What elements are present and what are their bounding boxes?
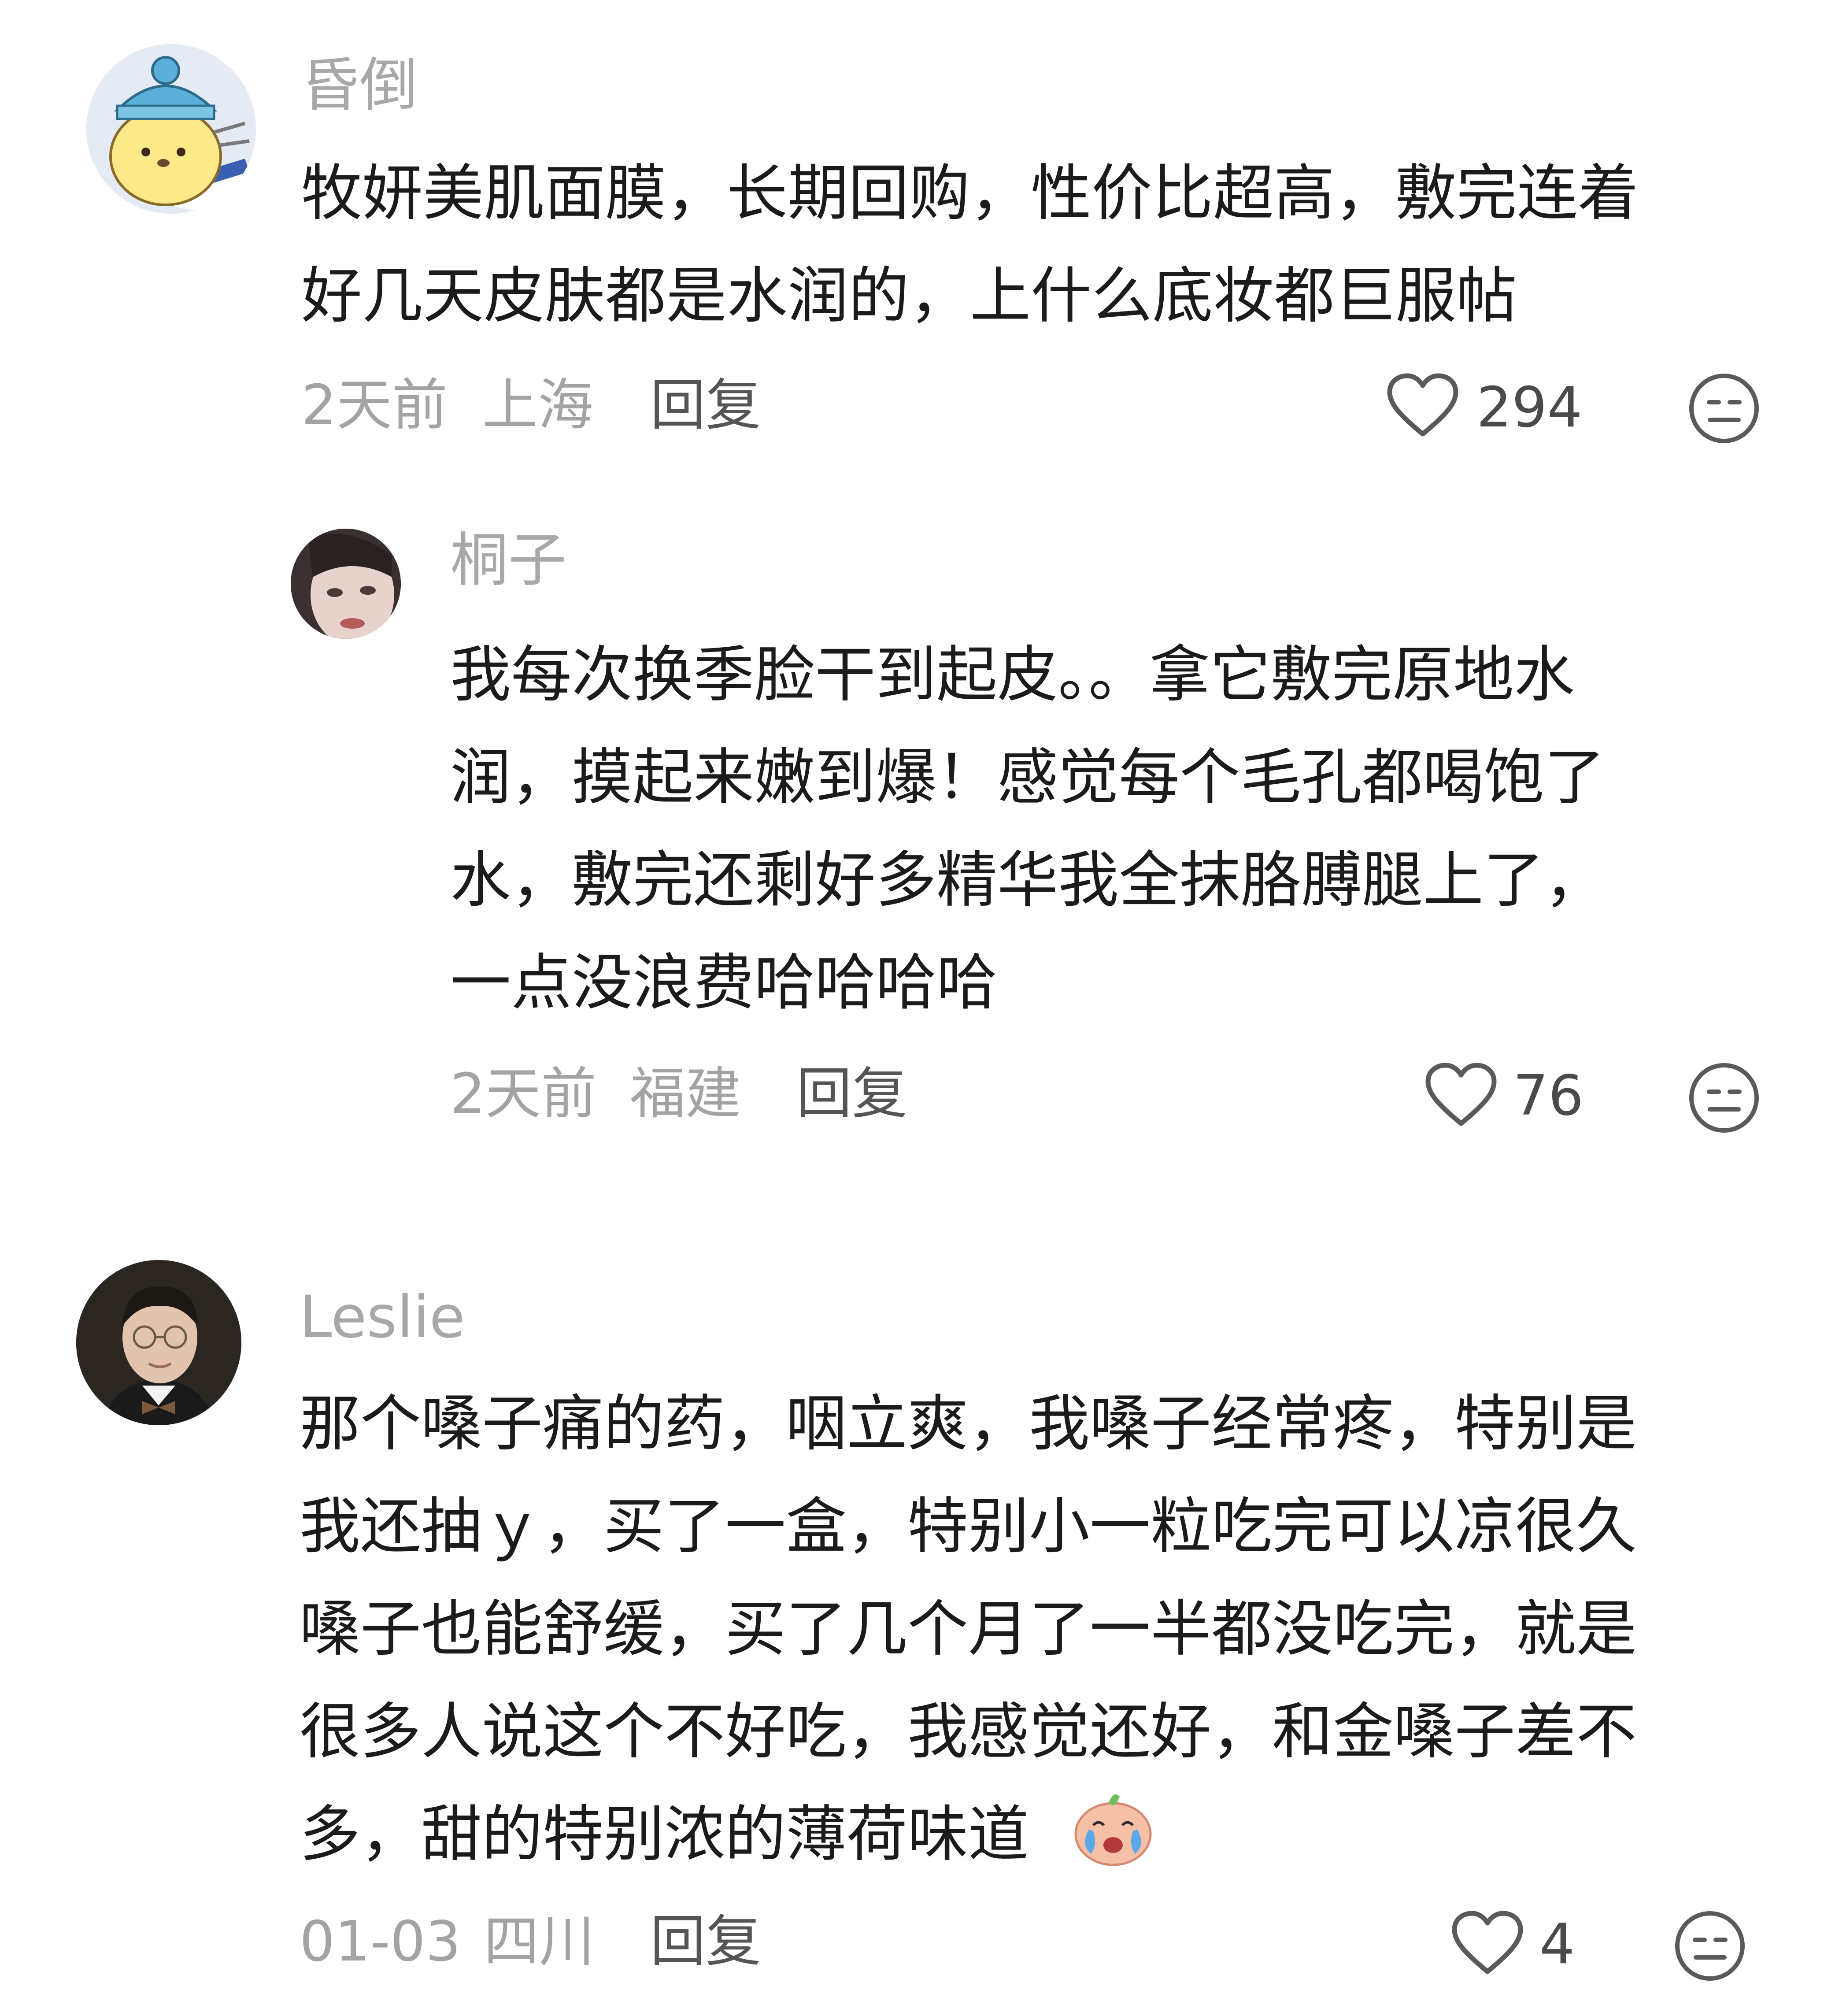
username[interactable]: 桐子 [450,525,566,596]
comment-time: 2天前 [301,373,448,437]
avatar[interactable] [76,1260,241,1425]
comment-line: 嗓子也能舒缓，买了几个月了一半都没吃完，就是 [300,1594,1637,1664]
dislike-face-icon[interactable] [1674,1910,1746,1983]
reply-button[interactable]: 回复 [796,1061,907,1127]
avatar[interactable] [291,529,401,639]
crying-peach-emoji-icon [1071,1783,1155,1867]
like-count: 76 [1513,1063,1584,1128]
like-heart-icon[interactable] [1424,1062,1498,1128]
comment-3: Leslie 那个嗓子痛的药，咽立爽，我嗓子经常疼，特别是 我还抽ｙ，买了一盒，… [0,1260,1824,2016]
comment-line: 我还抽ｙ，买了一盒，特别小一粒吃完可以凉很久 [300,1491,1637,1562]
comment-2: 桐子 我每次换季脸干到起皮。。拿它敷完原地水 润，摸起来嫩到爆！感觉每个毛孔都喝… [0,502,1824,1185]
avatar[interactable] [86,44,256,214]
like-count: 294 [1476,375,1583,440]
pompompurin-hat-avatar-icon [86,44,256,214]
comment-location: 福建 [630,1061,741,1126]
comment-location: 四川 [484,1909,595,1974]
comment-line: 多，甜的特别浓的薄荷味道 [300,1799,1029,1870]
comment-line: 我每次换季脸干到起皮。。拿它敷完原地水 [450,639,1575,710]
comment-line: 牧妍美肌面膜，长期回购，性价比超高，敷完连着 [301,158,1639,229]
comment-line: 水，敷完还剩好多精华我全抹胳膊腿上了， [450,845,1606,915]
comment-line: 很多人说这个不好吃，我感觉还好，和金嗓子差不 [300,1696,1637,1767]
comment-line: 一点没浪费哈哈哈哈 [450,947,998,1018]
comment-line: 润，摸起来嫩到爆！感觉每个毛孔都喝饱了 [450,742,1606,813]
dislike-face-icon[interactable] [1688,372,1761,445]
reply-button[interactable]: 回复 [650,372,761,438]
comment-line: 那个嗓子痛的药，咽立爽，我嗓子经常疼，特别是 [300,1388,1637,1459]
comment-1: 昏倒 牧妍美肌面膜，长期回购，性价比超高，敷完连着 好几天皮肤都是水润的，上什么… [0,0,1824,463]
like-count: 4 [1539,1912,1575,1976]
comment-location: 上海 [482,373,593,437]
username[interactable]: Leslie [300,1282,465,1353]
comment-time: 01-03 [300,1909,461,1974]
man-glasses-bowtie-avatar-icon [76,1260,241,1425]
username[interactable]: 昏倒 [301,50,418,121]
dislike-face-icon[interactable] [1688,1062,1761,1134]
like-heart-icon[interactable] [1385,372,1460,438]
reply-button[interactable]: 回复 [650,1909,761,1975]
girl-face-avatar-icon [291,529,401,639]
comment-time: 2天前 [450,1061,597,1126]
comment-line: 好几天皮肤都是水润的，上什么底妆都巨服帖 [301,260,1517,331]
like-heart-icon[interactable] [1450,1910,1525,1976]
